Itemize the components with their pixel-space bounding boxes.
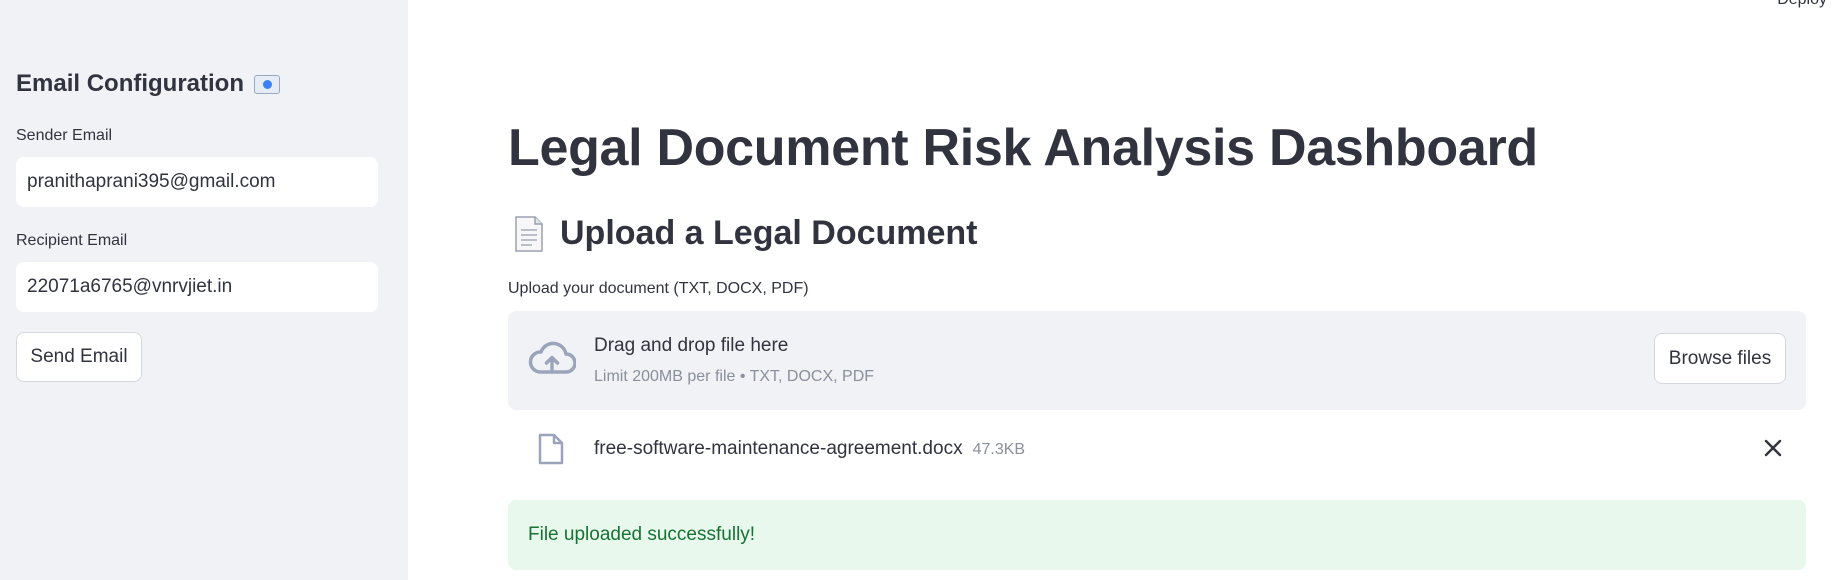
sidebar-heading-text: Email Configuration [16, 70, 244, 97]
file-size: 47.3KB [972, 441, 1026, 458]
send-email-button[interactable]: Send Email [16, 332, 142, 382]
file-info: free-software-maintenance-agreement.docx… [594, 438, 1025, 460]
recipient-email-input[interactable]: 22071a6765@vnrvjiet.in [16, 262, 378, 312]
sidebar-heading: Email Configuration [16, 70, 280, 98]
success-alert: File uploaded successfully! [508, 500, 1806, 570]
browse-files-button[interactable]: Browse files [1654, 333, 1786, 384]
dropzone-title: Drag and drop file here [594, 335, 789, 356]
file-name: free-software-maintenance-agreement.docx [594, 438, 963, 459]
subheader-text: Upload a Legal Document [560, 214, 978, 252]
sender-email-input[interactable]: pranithaprani395@gmail.com [16, 157, 378, 207]
recipient-email-label: Recipient Email [16, 232, 128, 249]
success-message: File uploaded successfully! [528, 524, 756, 545]
uploaded-file-row: free-software-maintenance-agreement.docx… [508, 425, 1806, 473]
dropzone-limit: Limit 200MB per file • TXT, DOCX, PDF [594, 368, 875, 385]
page-title: Legal Document Risk Analysis Dashboard [508, 119, 1538, 177]
envelope-icon [254, 74, 280, 94]
upload-subheader: Upload a Legal Document [514, 214, 978, 253]
uploader-label: Upload your document (TXT, DOCX, PDF) [508, 280, 809, 297]
file-icon [538, 433, 564, 465]
sender-email-label: Sender Email [16, 127, 113, 144]
sidebar: Email Configuration Sender Email pranith… [0, 0, 408, 580]
close-icon[interactable] [1762, 437, 1784, 459]
document-icon [515, 215, 543, 252]
cloud-upload-icon [528, 341, 576, 374]
deploy-button[interactable]: Deploy [1777, 0, 1827, 9]
file-dropzone[interactable]: Drag and drop file here Limit 200MB per … [508, 311, 1806, 410]
